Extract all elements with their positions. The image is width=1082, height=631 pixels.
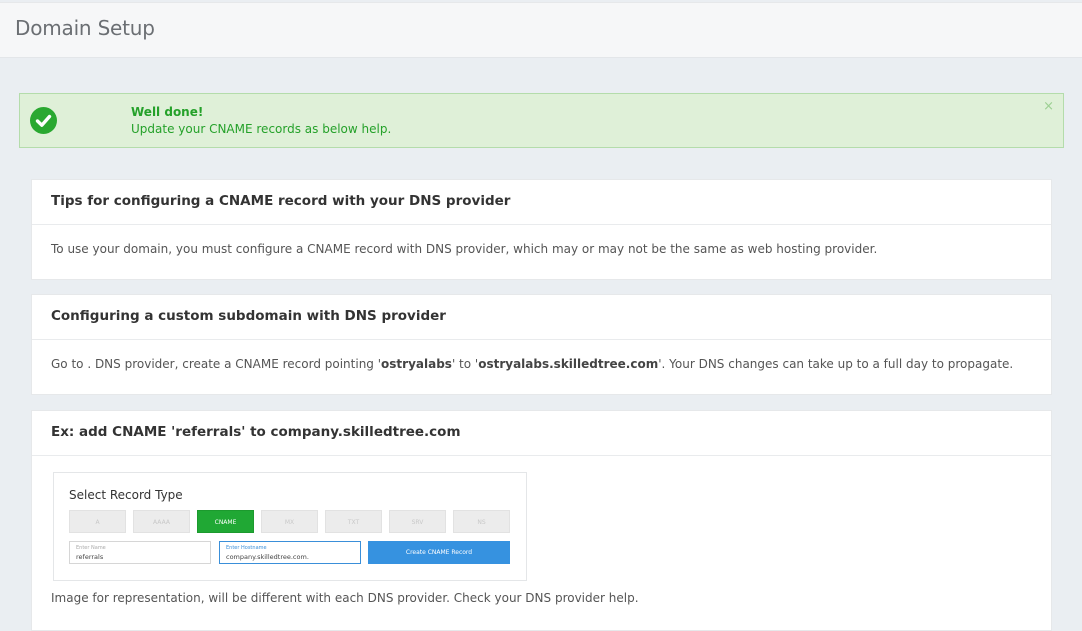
record-type-cname: CNAME bbox=[197, 510, 254, 533]
example-card: Ex: add CNAME 'referrals' to company.ski… bbox=[31, 410, 1052, 631]
close-icon[interactable]: × bbox=[1043, 100, 1054, 113]
name-value: referrals bbox=[76, 553, 104, 561]
tips-card: Tips for configuring a CNAME record with… bbox=[31, 179, 1052, 280]
cname-target: ostryalabs.skilledtree.com bbox=[478, 357, 659, 371]
subdomain-card: Configuring a custom subdomain with DNS … bbox=[31, 294, 1052, 395]
alert-message: Update your CNAME records as below help. bbox=[131, 122, 392, 136]
body-prefix: Go to . DNS provider, create a CNAME rec… bbox=[51, 357, 382, 371]
alert-title: Well done! bbox=[131, 105, 204, 119]
record-type-aaaa: AAAA bbox=[133, 510, 190, 533]
subdomain-card-body: Go to . DNS provider, create a CNAME rec… bbox=[32, 340, 1051, 371]
example-create-button: Create CNAME Record bbox=[368, 541, 510, 564]
body-suffix: '. Your DNS changes can take up to a ful… bbox=[658, 357, 1014, 371]
hostname-value: company.skilledtree.com. bbox=[226, 553, 309, 561]
tips-card-title: Tips for configuring a CNAME record with… bbox=[32, 180, 1051, 225]
record-type-mx: MX bbox=[261, 510, 318, 533]
example-heading: Select Record Type bbox=[69, 488, 183, 502]
record-type-ns: NS bbox=[453, 510, 510, 533]
example-screenshot: Select Record Type A AAAA CNAME MX TXT S… bbox=[53, 472, 527, 581]
page-header: Domain Setup bbox=[0, 2, 1082, 58]
subdomain-name: ostryalabs bbox=[381, 357, 452, 371]
example-card-title: Ex: add CNAME 'referrals' to company.ski… bbox=[32, 411, 1051, 456]
hostname-label: Enter Hostname bbox=[226, 545, 267, 551]
record-type-txt: TXT bbox=[325, 510, 382, 533]
record-type-srv: SRV bbox=[389, 510, 446, 533]
example-name-field: Enter Name referrals bbox=[69, 541, 211, 564]
example-note: Image for representation, will be differ… bbox=[51, 591, 639, 605]
check-circle-icon bbox=[30, 107, 57, 134]
name-label: Enter Name bbox=[76, 545, 106, 551]
subdomain-card-title: Configuring a custom subdomain with DNS … bbox=[32, 295, 1051, 340]
tips-card-body: To use your domain, you must configure a… bbox=[51, 242, 878, 256]
body-middle: ' to ' bbox=[451, 357, 479, 371]
record-type-a: A bbox=[69, 510, 126, 533]
page-title: Domain Setup bbox=[15, 16, 155, 40]
success-alert: Well done! Update your CNAME records as … bbox=[19, 93, 1064, 148]
example-hostname-field: Enter Hostname company.skilledtree.com. bbox=[219, 541, 361, 564]
